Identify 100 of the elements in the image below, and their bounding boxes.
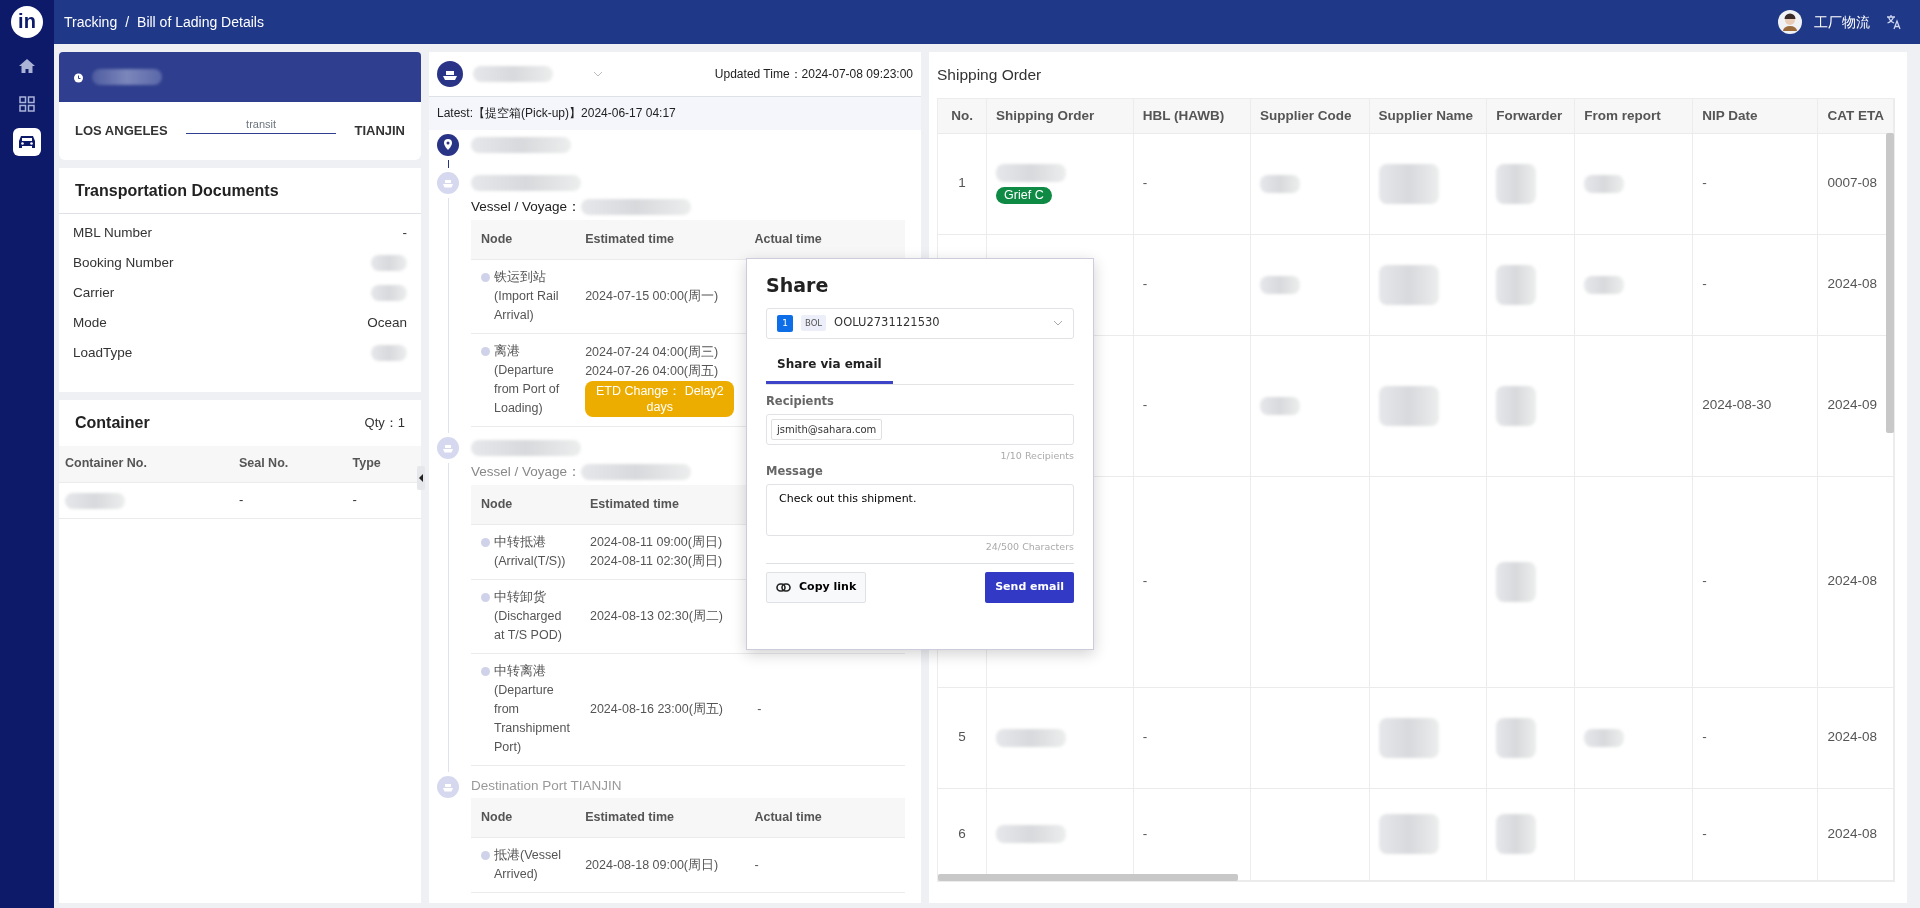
blurred-text (1496, 561, 1537, 602)
dialog-title: Share (766, 273, 830, 298)
blurred-text (371, 255, 407, 271)
etd-change-badge: ETD Change： Delay2 days (585, 381, 735, 417)
blurred-text (1496, 264, 1537, 305)
link-icon (776, 582, 791, 592)
estimated-time: 2024-08-11 02:30(周日) (589, 553, 724, 570)
message-field[interactable]: Check out this shipment. (766, 484, 1074, 537)
vertical-scrollbar[interactable] (1886, 133, 1894, 433)
status-dot (481, 347, 490, 356)
horizontal-scrollbar[interactable] (938, 873, 1238, 881)
breadcrumb-link[interactable]: Bill of Lading Details (137, 11, 264, 33)
column-header: Supplier Code (1250, 99, 1370, 133)
status-dot (481, 273, 490, 282)
actual-time: - (754, 857, 759, 872)
column-header: Shipping Order (986, 99, 1134, 133)
column-header: Actual time (744, 220, 905, 260)
table-cell: - (1702, 175, 1707, 191)
type-tag: BOL (801, 314, 827, 332)
table-cell: - (1702, 729, 1707, 745)
node-name: 抵港(Vessel Arrived) (494, 847, 562, 883)
estimated-time: 2024-07-24 04:00(周三) (585, 344, 720, 361)
column-header: Node (471, 798, 576, 838)
table-cell: 2024-08 (1827, 729, 1877, 745)
estimated-time: 2024-08-18 09:00(周日) (585, 856, 720, 874)
table-cell: 2024-09 (1827, 397, 1877, 413)
user-name[interactable]: 工厂物流 (1814, 11, 1870, 33)
row-number: 6 (958, 825, 966, 841)
blurred-text (1496, 717, 1537, 758)
status-dot (481, 538, 490, 547)
vessel-label: Vessel / Voyage： (471, 197, 582, 216)
blurred-text (65, 492, 125, 509)
estimated-time: 2024-08-16 23:00(周五) (589, 701, 724, 718)
row-number: 1 (958, 175, 966, 191)
estimated-time: 2024-07-26 04:00(周五) (585, 363, 720, 380)
ship-icon (437, 776, 459, 798)
table-cell: 2024-08-30 (1702, 397, 1772, 413)
send-email-button[interactable]: Send email (985, 571, 1074, 603)
grid-icon[interactable] (19, 96, 35, 112)
table-cell: - (1702, 573, 1707, 589)
vessel-label: Vessel / Voyage： (471, 462, 582, 481)
column-header: Seal No. (232, 446, 347, 482)
column-header: Actual time (744, 798, 905, 838)
column-header: Node (471, 220, 576, 260)
count-badge: 1 (777, 314, 793, 332)
blurred-text (1584, 174, 1625, 193)
collapse-handle[interactable] (417, 466, 425, 490)
bill-select[interactable]: 1 BOL OOLU2731121530 (766, 307, 1074, 339)
estimated-time: 2024-08-11 09:00(周日) (589, 534, 724, 551)
field-label: Message (766, 463, 824, 480)
car-icon[interactable] (17, 134, 37, 150)
column-header: Estimated time (579, 485, 748, 525)
column-header: Type (346, 446, 421, 482)
recipients-counter: 1/10 Recipients (999, 448, 1074, 463)
node-name: 中转离港(Departure from Transhipment Port) (494, 663, 570, 756)
column-header: Forwarder (1486, 99, 1575, 133)
avatar-icon[interactable] (1778, 10, 1802, 34)
breadcrumb-link[interactable]: Tracking (64, 11, 118, 33)
blurred-text (1496, 385, 1537, 426)
blurred-text (996, 728, 1067, 747)
node-name: 中转卸货(Discharged at T/S POD) (494, 589, 563, 644)
table-cell: - (1142, 573, 1148, 589)
blurred-text (1496, 163, 1537, 204)
status-dot (481, 851, 490, 860)
table-cell: 2024-08 (1827, 276, 1877, 292)
table-cell: - (1702, 276, 1707, 292)
blurred-text (1496, 814, 1537, 854)
status-dot (481, 593, 490, 602)
blurred-text (371, 345, 407, 361)
card-title: Transportation Documents (75, 180, 279, 201)
field-label: Mode (73, 313, 107, 332)
node-name: 离港(Departure from Port of Loading) (494, 343, 561, 417)
updated-time: Updated Time：2024-07-08 09:23:00 (714, 66, 913, 83)
ship-icon (437, 437, 459, 459)
tab[interactable]: Share via email (766, 346, 893, 384)
home-icon[interactable] (18, 58, 36, 74)
column-header: Estimated time (575, 220, 745, 260)
table-cell: - (1702, 825, 1707, 841)
row-number: 5 (958, 729, 966, 745)
actual-time: - (757, 702, 762, 716)
copy-link-button[interactable]: Copy link (766, 571, 867, 603)
blurred-text (1378, 814, 1439, 854)
column-header: Node (471, 485, 580, 525)
column-header: From report (1574, 99, 1693, 133)
recipients-field[interactable]: jsmith@sahara.com (766, 413, 1074, 445)
latest-status: Latest:【提空箱(Pick-up)】2024-06-17 04:17 (429, 97, 921, 130)
translate-icon[interactable] (1886, 14, 1902, 30)
route-status: transit (246, 117, 277, 133)
blurred-text (1378, 385, 1439, 426)
table-cell: - (1142, 825, 1148, 841)
blurred-text (1259, 275, 1300, 294)
estimated-time: 2024-07-15 00:00(周一) (585, 288, 720, 305)
field-label: Booking Number (73, 253, 174, 272)
column-header: Container No. (59, 446, 233, 482)
blurred-text (996, 163, 1067, 182)
recipient-chip[interactable]: jsmith@sahara.com (771, 418, 883, 440)
blurred-text (1378, 264, 1439, 305)
table-cell: - (238, 492, 244, 508)
alarm-icon (73, 71, 84, 83)
logo[interactable]: in (11, 6, 43, 38)
